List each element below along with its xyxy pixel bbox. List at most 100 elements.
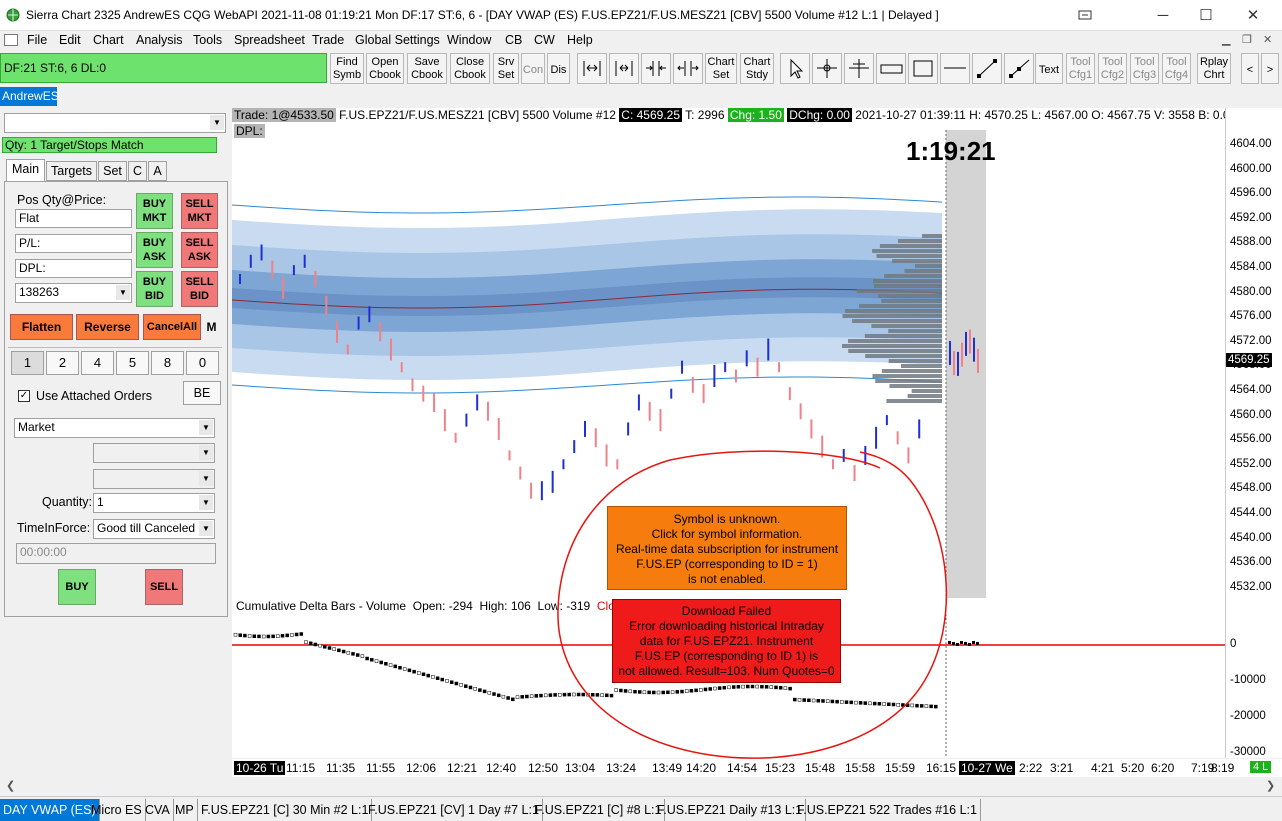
connect-button[interactable]: Con: [521, 53, 545, 84]
qty-preset-8[interactable]: 8: [151, 351, 184, 375]
price2-field[interactable]: ▼: [93, 469, 215, 489]
maximize-button[interactable]: ☐: [1183, 0, 1229, 31]
tab-c[interactable]: C: [128, 161, 147, 181]
scale-out-icon[interactable]: [673, 53, 703, 84]
ray-tool-icon[interactable]: [1004, 53, 1034, 84]
buy-bid-button[interactable]: BUY BID: [136, 271, 173, 307]
menu-global-settings[interactable]: Global Settings: [355, 33, 440, 47]
menu-tools[interactable]: Tools: [193, 33, 222, 47]
open-cbook-button[interactable]: Open Cbook: [366, 53, 404, 84]
reverse-button[interactable]: Reverse: [76, 314, 139, 340]
menu-trade[interactable]: Trade: [312, 33, 344, 47]
volume-profile-bar: [872, 374, 942, 378]
buy-ask-button[interactable]: BUY ASK: [136, 232, 173, 268]
account-select[interactable]: 138263 ▼: [15, 283, 132, 303]
tool-cfg2-button[interactable]: Tool Cfg2: [1098, 53, 1127, 84]
qty-preset-4[interactable]: 4: [81, 351, 114, 375]
delta-bar: [313, 642, 318, 647]
qty-preset-5[interactable]: 5: [116, 351, 149, 375]
buy-button[interactable]: BUY: [58, 569, 96, 605]
flatten-button[interactable]: Flatten: [10, 314, 73, 340]
sell-bid-button[interactable]: SELL BID: [181, 271, 218, 307]
menu-analysis[interactable]: Analysis: [136, 33, 183, 47]
pointer-tool-icon[interactable]: [780, 53, 810, 84]
menu-file[interactable]: File: [27, 33, 47, 47]
menu-window[interactable]: Window: [447, 33, 491, 47]
sell-market-button[interactable]: SELL MKT: [181, 193, 218, 229]
expand-bars-icon[interactable]: [609, 53, 639, 84]
account-tab[interactable]: AndrewES: [0, 87, 59, 106]
tab-targets[interactable]: Targets: [46, 161, 97, 181]
menu-edit[interactable]: Edit: [59, 33, 81, 47]
replay-chart-button[interactable]: Rplay Chrt: [1197, 53, 1231, 84]
m-button[interactable]: M: [203, 314, 220, 340]
be-button[interactable]: BE: [183, 381, 221, 405]
cursor-values-icon[interactable]: [844, 53, 874, 84]
chart-settings-button[interactable]: Chart Set: [705, 53, 737, 84]
chevron-down-icon: ▼: [199, 495, 213, 510]
symbol-combo[interactable]: ▼: [4, 113, 226, 133]
scale-in-icon[interactable]: [641, 53, 671, 84]
mdi-minimize-icon[interactable]: ▁: [1222, 33, 1230, 46]
tab-chart8[interactable]: F.US.EPZ21 [C] #8 L:1: [532, 799, 666, 821]
menu-cb[interactable]: CB: [505, 33, 522, 47]
horizontal-line-icon[interactable]: [940, 53, 970, 84]
sell-ask-button[interactable]: SELL ASK: [181, 232, 218, 268]
sell-button[interactable]: SELL: [145, 569, 183, 605]
fullscreen-icon[interactable]: [1078, 10, 1092, 20]
close-cbook-button[interactable]: Close Cbook: [450, 53, 490, 84]
rectangle-icon[interactable]: [908, 53, 938, 84]
crosshair-icon[interactable]: [812, 53, 842, 84]
menu-spreadsheet[interactable]: Spreadsheet: [234, 33, 305, 47]
tab-day-vwap[interactable]: DAY VWAP (ES): [0, 799, 100, 821]
menu-chart[interactable]: Chart: [93, 33, 124, 47]
qty-preset-0[interactable]: 0: [186, 351, 219, 375]
qty-preset-1[interactable]: 1: [11, 351, 44, 375]
tool-cfg4-button[interactable]: Tool Cfg4: [1162, 53, 1191, 84]
tab-micro-es[interactable]: Micro ES: [88, 799, 146, 821]
tool-cfg3-button[interactable]: Tool Cfg3: [1130, 53, 1159, 84]
menu-cw[interactable]: CW: [534, 33, 555, 47]
time-axis[interactable]: 10-26 Tu 11:15 11:35 11:55 12:06 12:21 12:40 12…: [232, 759, 1282, 777]
tool-cfg1-button[interactable]: Tool Cfg1: [1066, 53, 1095, 84]
compress-bars-icon[interactable]: [577, 53, 607, 84]
price-axis[interactable]: 4604.00 4600.00 4596.00 4592.00 4588.00 4584.…: [1225, 108, 1282, 758]
minimize-button[interactable]: ─: [1140, 0, 1186, 31]
disconnect-button[interactable]: Dis: [547, 53, 570, 84]
close-button[interactable]: ✕: [1230, 0, 1276, 31]
save-cbook-button[interactable]: Save Cbook: [407, 53, 447, 84]
tab-set[interactable]: Set: [98, 161, 127, 181]
scroll-right-icon[interactable]: ❯: [1266, 779, 1275, 792]
text-tool-button[interactable]: Text: [1035, 53, 1063, 84]
toolbar-next-button[interactable]: >: [1261, 53, 1279, 84]
tab-30min[interactable]: F.US.EPZ21 [C] 30 Min #2 L:1: [198, 799, 373, 821]
tab-cva[interactable]: CVA: [142, 799, 174, 821]
quantity-field[interactable]: 1 ▼: [93, 493, 215, 513]
tif-select[interactable]: Good till Canceled ▼: [93, 519, 215, 539]
tab-main[interactable]: Main: [6, 159, 45, 182]
chart-window-icon[interactable]: [4, 34, 18, 46]
buy-market-button[interactable]: BUY MKT: [136, 193, 173, 229]
tab-a[interactable]: A: [148, 161, 167, 181]
mdi-close-icon[interactable]: ✕: [1263, 33, 1272, 46]
server-settings-button[interactable]: Srv Set: [493, 53, 519, 84]
line-tool-icon[interactable]: [972, 53, 1002, 84]
order-type-select[interactable]: Market ▼: [14, 418, 215, 438]
tab-daily[interactable]: F.US.EPZ21 Daily #13 L:1: [654, 799, 807, 821]
find-symbol-button[interactable]: Find Symb: [330, 53, 364, 84]
price1-field[interactable]: ▼: [93, 443, 215, 463]
qty-preset-2[interactable]: 2: [46, 351, 79, 375]
use-attached-orders-checkbox[interactable]: ✓: [18, 390, 30, 402]
menu-help[interactable]: Help: [567, 33, 593, 47]
mdi-restore-icon[interactable]: ❐: [1242, 33, 1252, 46]
tab-1day[interactable]: F.US.EPZ21 [CV] 1 Day #7 L:1: [365, 799, 543, 821]
horizontal-ray-icon[interactable]: [876, 53, 906, 84]
chart-studies-button[interactable]: Chart Stdy: [740, 53, 774, 84]
cancel-all-button[interactable]: CancelAll: [143, 314, 201, 340]
good-till-time-field[interactable]: 00:00:00: [16, 543, 216, 564]
scroll-left-icon[interactable]: ❮: [6, 779, 15, 792]
tab-mp[interactable]: MP: [172, 799, 198, 821]
tab-522-trades[interactable]: F.US.EPZ21 522 Trades #16 L:1: [794, 799, 981, 821]
toolbar-prev-button[interactable]: <: [1241, 53, 1259, 84]
horizontal-scrollbar[interactable]: ❮ ❯: [0, 777, 1282, 795]
